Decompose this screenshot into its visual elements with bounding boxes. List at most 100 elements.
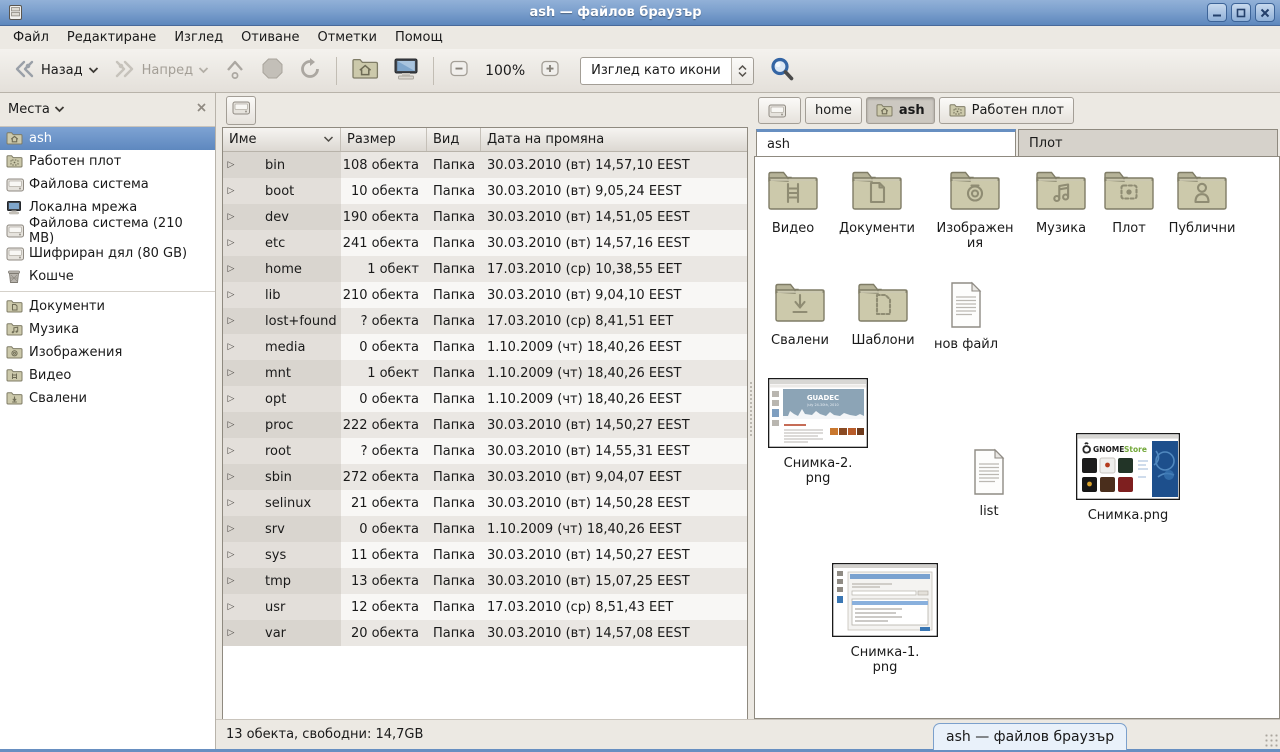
combo-spinner-icon[interactable]: [731, 58, 753, 84]
sidebar-mode-selector[interactable]: Места: [8, 102, 65, 117]
column-header[interactable]: Име: [223, 128, 341, 151]
expander-icon[interactable]: [225, 628, 237, 638]
expander-icon[interactable]: [225, 394, 237, 404]
zoom-in-button[interactable]: [533, 53, 568, 88]
search-button[interactable]: [766, 53, 798, 89]
minimize-button[interactable]: [1207, 3, 1227, 22]
table-row[interactable]: etc 241 обекта Папка 30.03.2010 (вт) 14,…: [223, 230, 747, 256]
breadcrumb-button[interactable]: [758, 97, 801, 124]
breadcrumb-button[interactable]: Работен плот: [939, 97, 1074, 124]
expander-icon[interactable]: [225, 212, 237, 222]
column-header[interactable]: Вид: [427, 128, 481, 151]
splitter-grip[interactable]: [749, 381, 753, 437]
expander-icon[interactable]: [225, 342, 237, 352]
expander-icon[interactable]: [225, 160, 237, 170]
sidebar-item[interactable]: Файлова система (210 MB): [0, 219, 215, 242]
resize-grip[interactable]: [1264, 733, 1278, 747]
home-button[interactable]: [345, 53, 385, 89]
file-icon-item[interactable]: Свалени: [760, 281, 840, 348]
sidebar-item[interactable]: Документи: [0, 295, 215, 318]
breadcrumb-button[interactable]: ash: [866, 97, 935, 124]
menu-item[interactable]: Отметки: [308, 28, 385, 47]
table-row[interactable]: home 1 обект Папка 17.03.2010 (ср) 10,38…: [223, 256, 747, 282]
expander-icon[interactable]: [225, 550, 237, 560]
close-button[interactable]: [1255, 3, 1275, 22]
file-icon-item[interactable]: Шаблони: [843, 281, 923, 348]
zoom-out-button[interactable]: [442, 53, 477, 88]
table-row[interactable]: var 20 обекта Папка 30.03.2010 (вт) 14,5…: [223, 620, 747, 646]
table-row[interactable]: bin 108 обекта Папка 30.03.2010 (вт) 14,…: [223, 152, 747, 178]
table-row[interactable]: proc 222 обекта Папка 30.03.2010 (вт) 14…: [223, 412, 747, 438]
sidebar-item[interactable]: Музика: [0, 318, 215, 341]
expander-icon[interactable]: [225, 420, 237, 430]
expander-icon[interactable]: [225, 368, 237, 378]
sidebar-item[interactable]: ash: [0, 127, 215, 150]
root-drive-button[interactable]: [226, 96, 256, 125]
reload-button[interactable]: [292, 53, 328, 89]
breadcrumb-button[interactable]: home: [805, 97, 862, 124]
table-row[interactable]: sbin 272 обекта Папка 30.03.2010 (вт) 9,…: [223, 464, 747, 490]
file-icon-item[interactable]: list: [957, 448, 1021, 519]
column-header[interactable]: Размер: [341, 128, 427, 151]
expander-icon[interactable]: [225, 576, 237, 586]
sidebar-item[interactable]: Шифриран дял (80 GB): [0, 242, 215, 265]
file-icon-item[interactable]: Музика: [1024, 169, 1098, 236]
table-row[interactable]: lost+found ? обекта Папка 17.03.2010 (ср…: [223, 308, 747, 334]
sidebar-item[interactable]: Кошче: [0, 265, 215, 288]
chevron-down-icon[interactable]: [88, 63, 99, 78]
tab[interactable]: ash: [756, 129, 1016, 156]
sidebar-item[interactable]: Свалени: [0, 387, 215, 410]
table-row[interactable]: selinux 21 обекта Папка 30.03.2010 (вт) …: [223, 490, 747, 516]
table-row[interactable]: root ? обекта Папка 30.03.2010 (вт) 14,5…: [223, 438, 747, 464]
stop-button[interactable]: [255, 53, 290, 88]
titlebar[interactable]: ash — файлов браузър: [0, 0, 1280, 26]
expander-icon[interactable]: [225, 472, 237, 482]
file-icon-item[interactable]: GUADECJuly 24-30th, 2010 Снимка-2.png: [768, 378, 868, 486]
expander-icon[interactable]: [225, 602, 237, 612]
expander-icon[interactable]: [225, 498, 237, 508]
computer-button[interactable]: [387, 53, 425, 89]
table-row[interactable]: sys 11 обекта Папка 30.03.2010 (вт) 14,5…: [223, 542, 747, 568]
menu-item[interactable]: Изглед: [165, 28, 232, 47]
expander-icon[interactable]: [225, 264, 237, 274]
table-row[interactable]: opt 0 обекта Папка 1.10.2009 (чт) 18,40,…: [223, 386, 747, 412]
view-mode-combo[interactable]: Изглед като икони: [580, 57, 754, 85]
expander-icon[interactable]: [225, 290, 237, 300]
table-row[interactable]: lib 210 обекта Папка 30.03.2010 (вт) 9,0…: [223, 282, 747, 308]
column-header[interactable]: Дата на промяна: [481, 128, 747, 151]
file-icon-item[interactable]: Плот: [1099, 169, 1159, 236]
file-icon-item[interactable]: Снимка-1.png: [832, 563, 938, 675]
file-icon-item[interactable]: Видео: [756, 169, 830, 236]
expander-icon[interactable]: [225, 316, 237, 326]
file-icon-item[interactable]: Изображения: [933, 169, 1017, 251]
expander-icon[interactable]: [225, 186, 237, 196]
expander-icon[interactable]: [225, 524, 237, 534]
table-row[interactable]: tmp 13 обекта Папка 30.03.2010 (вт) 15,0…: [223, 568, 747, 594]
chevron-down-icon[interactable]: [198, 63, 209, 78]
table-row[interactable]: srv 0 обекта Папка 1.10.2009 (чт) 18,40,…: [223, 516, 747, 542]
maximize-button[interactable]: [1231, 3, 1251, 22]
expander-icon[interactable]: [225, 446, 237, 456]
sidebar-item[interactable]: Файлова система: [0, 173, 215, 196]
sidebar-item[interactable]: Работен плот: [0, 150, 215, 173]
up-button[interactable]: [217, 53, 253, 89]
file-icon-item[interactable]: Публични: [1154, 169, 1250, 236]
file-icon-item[interactable]: нов файл: [926, 281, 1006, 352]
sidebar-item[interactable]: Изображения: [0, 341, 215, 364]
file-icon-item[interactable]: GNOMEStore Снимка.png: [1073, 433, 1183, 523]
menu-item[interactable]: Отиване: [232, 28, 308, 47]
menu-item[interactable]: Помощ: [386, 28, 452, 47]
table-row[interactable]: media 0 обекта Папка 1.10.2009 (чт) 18,4…: [223, 334, 747, 360]
icon-view[interactable]: Видео Документи Изображения Музика: [754, 156, 1280, 719]
table-row[interactable]: boot 10 обекта Папка 30.03.2010 (вт) 9,0…: [223, 178, 747, 204]
menu-item[interactable]: Редактиране: [58, 28, 165, 47]
table-row[interactable]: usr 12 обекта Папка 17.03.2010 (ср) 8,51…: [223, 594, 747, 620]
menu-item[interactable]: Файл: [4, 28, 58, 47]
sidebar-item[interactable]: Видео: [0, 364, 215, 387]
expander-icon[interactable]: [225, 238, 237, 248]
table-row[interactable]: dev 190 обекта Папка 30.03.2010 (вт) 14,…: [223, 204, 747, 230]
pane-splitter[interactable]: [216, 93, 222, 719]
back-button[interactable]: Назад: [6, 55, 105, 87]
tab[interactable]: Плот: [1018, 129, 1278, 156]
forward-button[interactable]: Напред: [107, 55, 215, 87]
